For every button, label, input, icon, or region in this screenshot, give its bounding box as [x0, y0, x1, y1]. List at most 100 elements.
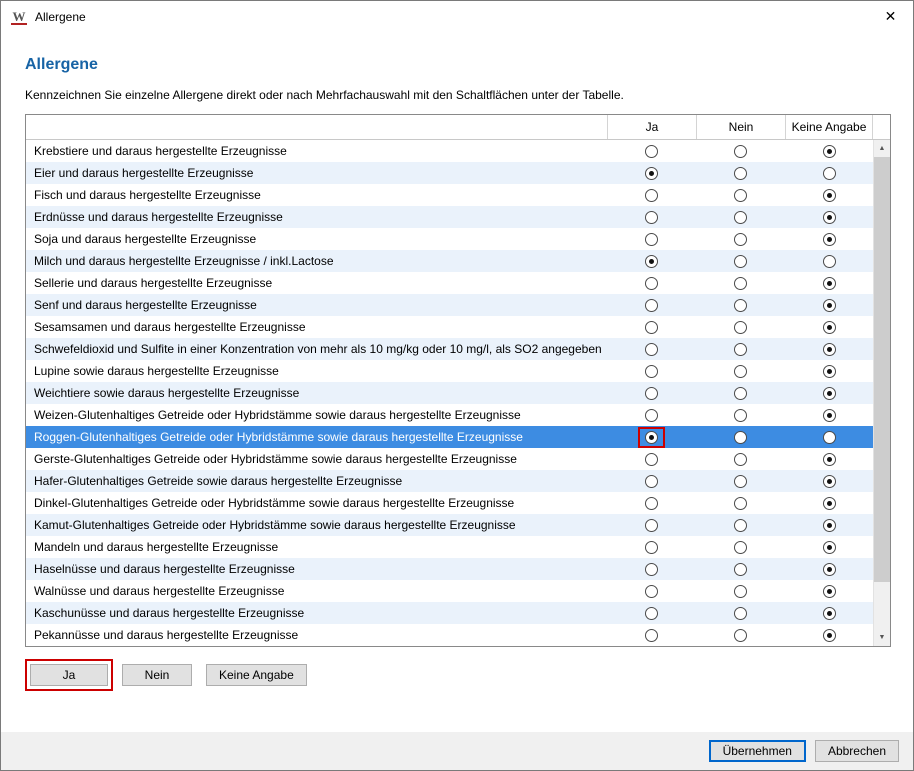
radio-ja[interactable] — [645, 211, 658, 224]
table-row[interactable]: Weichtiere sowie daraus hergestellte Erz… — [26, 382, 873, 404]
radio-keine-angabe[interactable] — [823, 277, 836, 290]
radio-nein[interactable] — [734, 255, 747, 268]
table-row[interactable]: Pekannüsse und daraus hergestellte Erzeu… — [26, 624, 873, 646]
radio-ja[interactable] — [645, 167, 658, 180]
radio-ja[interactable] — [645, 585, 658, 598]
table-row[interactable]: Haselnüsse und daraus hergestellte Erzeu… — [26, 558, 873, 580]
radio-ja[interactable] — [645, 343, 658, 356]
radio-ja[interactable] — [645, 497, 658, 510]
radio-nein[interactable] — [734, 365, 747, 378]
radio-nein[interactable] — [734, 475, 747, 488]
radio-nein[interactable] — [734, 277, 747, 290]
radio-nein[interactable] — [734, 145, 747, 158]
table-row[interactable]: Erdnüsse und daraus hergestellte Erzeugn… — [26, 206, 873, 228]
radio-ja[interactable] — [645, 475, 658, 488]
table-row[interactable]: Senf und daraus hergestellte Erzeugnisse — [26, 294, 873, 316]
radio-keine-angabe[interactable] — [823, 233, 836, 246]
radio-keine-angabe[interactable] — [823, 475, 836, 488]
table-row[interactable]: Mandeln und daraus hergestellte Erzeugni… — [26, 536, 873, 558]
table-row[interactable]: Schwefeldioxid und Sulfite in einer Konz… — [26, 338, 873, 360]
radio-keine-angabe[interactable] — [823, 145, 836, 158]
radio-nein[interactable] — [734, 299, 747, 312]
radio-nein[interactable] — [734, 453, 747, 466]
radio-ja[interactable] — [645, 541, 658, 554]
radio-nein[interactable] — [734, 519, 747, 532]
vertical-scrollbar[interactable]: ▲ ▼ — [873, 140, 890, 646]
bulk-keine-angabe-button[interactable]: Keine Angabe — [206, 664, 307, 686]
radio-keine-angabe[interactable] — [823, 255, 836, 268]
radio-keine-angabe[interactable] — [823, 607, 836, 620]
radio-ja[interactable] — [645, 299, 658, 312]
radio-ja[interactable] — [645, 431, 658, 444]
radio-nein[interactable] — [734, 563, 747, 576]
radio-ja[interactable] — [645, 145, 658, 158]
radio-nein[interactable] — [734, 387, 747, 400]
radio-keine-angabe[interactable] — [823, 497, 836, 510]
table-row[interactable]: Milch und daraus hergestellte Erzeugniss… — [26, 250, 873, 272]
table-row[interactable]: Sellerie und daraus hergestellte Erzeugn… — [26, 272, 873, 294]
radio-ja[interactable] — [645, 189, 658, 202]
table-row[interactable]: Soja und daraus hergestellte Erzeugnisse — [26, 228, 873, 250]
radio-keine-angabe[interactable] — [823, 167, 836, 180]
scroll-up-icon[interactable]: ▲ — [874, 140, 890, 157]
radio-ja[interactable] — [645, 453, 658, 466]
radio-ja[interactable] — [645, 277, 658, 290]
radio-keine-angabe[interactable] — [823, 365, 836, 378]
table-row[interactable]: Gerste-Glutenhaltiges Getreide oder Hybr… — [26, 448, 873, 470]
table-row[interactable]: Krebstiere und daraus hergestellte Erzeu… — [26, 140, 873, 162]
radio-nein[interactable] — [734, 431, 747, 444]
table-row[interactable]: Lupine sowie daraus hergestellte Erzeugn… — [26, 360, 873, 382]
bulk-ja-button[interactable]: Ja — [30, 664, 108, 686]
radio-nein[interactable] — [734, 167, 747, 180]
radio-keine-angabe[interactable] — [823, 211, 836, 224]
radio-keine-angabe[interactable] — [823, 409, 836, 422]
radio-nein[interactable] — [734, 189, 747, 202]
table-row[interactable]: Eier und daraus hergestellte Erzeugnisse — [26, 162, 873, 184]
radio-nein[interactable] — [734, 497, 747, 510]
radio-keine-angabe[interactable] — [823, 431, 836, 444]
close-icon[interactable]: ✕ — [868, 1, 913, 32]
radio-nein[interactable] — [734, 233, 747, 246]
radio-keine-angabe[interactable] — [823, 321, 836, 334]
table-row[interactable]: Kamut-Glutenhaltiges Getreide oder Hybri… — [26, 514, 873, 536]
table-row[interactable]: Weizen-Glutenhaltiges Getreide oder Hybr… — [26, 404, 873, 426]
table-row[interactable]: Fisch und daraus hergestellte Erzeugniss… — [26, 184, 873, 206]
radio-ja[interactable] — [645, 563, 658, 576]
radio-keine-angabe[interactable] — [823, 189, 836, 202]
table-row[interactable]: Dinkel-Glutenhaltiges Getreide oder Hybr… — [26, 492, 873, 514]
radio-ja[interactable] — [645, 409, 658, 422]
radio-ja[interactable] — [645, 233, 658, 246]
radio-keine-angabe[interactable] — [823, 585, 836, 598]
apply-button[interactable]: Übernehmen — [709, 740, 806, 762]
radio-nein[interactable] — [734, 541, 747, 554]
radio-keine-angabe[interactable] — [823, 563, 836, 576]
radio-ja[interactable] — [645, 321, 658, 334]
radio-keine-angabe[interactable] — [823, 299, 836, 312]
scroll-down-icon[interactable]: ▼ — [874, 629, 890, 646]
radio-ja[interactable] — [645, 365, 658, 378]
radio-nein[interactable] — [734, 629, 747, 642]
radio-ja[interactable] — [645, 607, 658, 620]
radio-keine-angabe[interactable] — [823, 541, 836, 554]
radio-nein[interactable] — [734, 585, 747, 598]
radio-keine-angabe[interactable] — [823, 453, 836, 466]
table-row[interactable]: Roggen-Glutenhaltiges Getreide oder Hybr… — [26, 426, 873, 448]
radio-nein[interactable] — [734, 321, 747, 334]
scrollbar-track[interactable] — [874, 157, 890, 629]
radio-keine-angabe[interactable] — [823, 629, 836, 642]
radio-nein[interactable] — [734, 409, 747, 422]
scrollbar-thumb[interactable] — [874, 157, 890, 582]
bulk-nein-button[interactable]: Nein — [122, 664, 192, 686]
radio-nein[interactable] — [734, 211, 747, 224]
table-row[interactable]: Walnüsse und daraus hergestellte Erzeugn… — [26, 580, 873, 602]
radio-keine-angabe[interactable] — [823, 387, 836, 400]
radio-nein[interactable] — [734, 607, 747, 620]
radio-ja[interactable] — [645, 519, 658, 532]
table-row[interactable]: Sesamsamen und daraus hergestellte Erzeu… — [26, 316, 873, 338]
radio-nein[interactable] — [734, 343, 747, 356]
table-row[interactable]: Hafer-Glutenhaltiges Getreide sowie dara… — [26, 470, 873, 492]
table-row[interactable]: Kaschunüsse und daraus hergestellte Erze… — [26, 602, 873, 624]
cancel-button[interactable]: Abbrechen — [815, 740, 899, 762]
radio-keine-angabe[interactable] — [823, 519, 836, 532]
radio-ja[interactable] — [645, 629, 658, 642]
